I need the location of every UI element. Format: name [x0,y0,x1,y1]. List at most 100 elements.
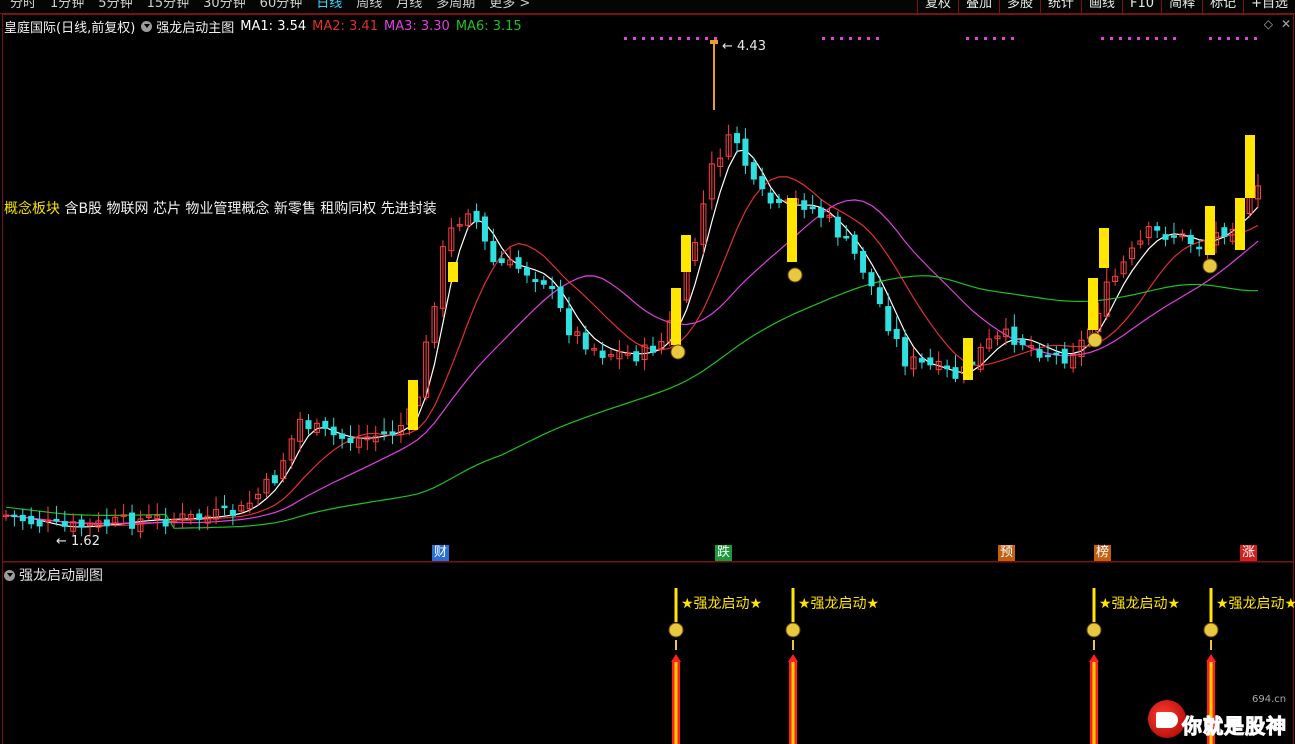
candle-body [742,138,749,166]
signal-arrow-icon [1206,654,1216,662]
sub-indicator-menu-icon[interactable] [4,569,15,581]
ma6-line [5,275,1259,529]
candle-body [599,350,606,358]
top-dot [669,37,672,40]
concept-label: 概念板块 [4,201,60,217]
chart-corner-controls: ◇ ✕ [1264,17,1291,31]
top-dot [651,37,654,40]
indicator-menu-icon[interactable] [141,20,153,32]
signal-volume-core [1092,660,1096,744]
top-dot [993,37,996,40]
high-price-label: ← 4.43 [722,39,766,54]
main-indicator-legend: 皇庭国际(日线,前复权) 强龙启动主图 MA1: 3.54 MA2: 3.41 … [4,16,528,36]
top-dot [1227,37,1230,40]
top-dot [1002,37,1005,40]
event-marker-rise[interactable]: 涨 [1240,545,1258,561]
candle-body [229,509,236,517]
candle-body [1170,235,1177,238]
signal-label: ★强龙启动★ [1216,596,1295,612]
candle-body [19,514,26,522]
top-dot [714,37,717,40]
top-dot [822,37,825,40]
money-bag-icon [670,344,686,360]
candle-body [834,216,841,238]
signal-candle [1235,198,1245,250]
top-dot [687,37,690,40]
close-icon[interactable]: ✕ [1281,17,1291,31]
signal-candle [1245,135,1255,198]
kline-chart[interactable]: ← 4.43 ← 1.62 ★强龙启动★ ★强龙启动★ ★强龙启动★ ★强龙启动★ [0,0,1295,744]
top-dot [1119,37,1122,40]
top-dot [1137,37,1140,40]
signal-candle [1099,228,1109,268]
event-marker-ranking[interactable]: 榜 [1094,545,1112,561]
watermark-text: 你就是股神 [1182,714,1287,739]
candle-body [1044,354,1051,358]
diamond-icon[interactable]: ◇ [1264,17,1273,31]
candle-body [1019,338,1026,346]
candle-body [347,437,354,444]
top-dot [831,37,834,40]
candle-body [490,241,497,263]
event-marker-earnings[interactable]: 财 [432,545,450,561]
top-dot [642,37,645,40]
candle-body [582,332,589,350]
event-marker-fall[interactable]: 跌 [715,545,733,561]
signal-arrow-icon [1089,654,1099,662]
candle-body [918,357,925,363]
candle-body [1061,348,1068,364]
candle-body [927,357,934,366]
signal-arrow-icon [788,654,798,662]
ma1-value: MA1: 3.54 [240,18,307,34]
candle-body [650,345,657,353]
candle-body [557,286,564,309]
sub-money-bag-icon [1203,622,1219,638]
candle-body [893,329,900,340]
signal-arrow-icon [671,654,681,662]
ma2-line [5,176,1259,527]
candle-body [759,176,766,190]
candle-body [129,512,136,529]
sub-indicator-legend: 强龙启动副图 [4,565,103,585]
candle-body [221,505,228,509]
top-dot [984,37,987,40]
watermark-logo-icon [1148,700,1186,738]
concept-tags: 含B股 物联网 芯片 物业管理概念 新零售 租购同权 先进封装 [64,201,437,217]
top-dot [876,37,879,40]
candle-body [1162,234,1169,240]
sub-money-bag-icon [1086,622,1102,638]
candle-body [843,236,850,239]
candle-body [305,420,312,430]
candle-body [1196,246,1203,250]
candle-body [902,337,909,367]
candle-body [734,133,741,144]
candle-body [776,198,783,204]
top-dot [858,37,861,40]
stock-title[interactable]: 皇庭国际(日线,前复权) [4,17,135,36]
sub-indicator-name[interactable]: 强龙启动副图 [19,565,103,585]
candle-body [565,308,572,336]
ma2-value: MA2: 3.41 [312,18,378,34]
candle-body [885,306,892,332]
top-dot [1209,37,1212,40]
top-dot [660,37,663,40]
candle-body [1011,326,1018,345]
candle-body [61,521,68,527]
signal-candle [671,288,681,345]
event-marker-forecast[interactable]: 预 [998,545,1016,561]
candle-body [1053,352,1060,356]
low-price-label: ← 1.62 [56,534,100,549]
signal-candle [681,235,691,272]
indicator-name[interactable]: 强龙启动主图 [156,17,234,36]
candle-body [750,162,757,180]
signal-volume-core [791,660,795,744]
candle-body [322,420,329,429]
money-bag-icon [787,267,803,283]
candle-body [389,431,396,436]
candle-body [271,475,278,484]
top-dot [1218,37,1221,40]
watermark: 你就是股神 694.cn [1148,694,1294,744]
top-dot [849,37,852,40]
candle-body [1036,349,1043,358]
top-dot [633,37,636,40]
